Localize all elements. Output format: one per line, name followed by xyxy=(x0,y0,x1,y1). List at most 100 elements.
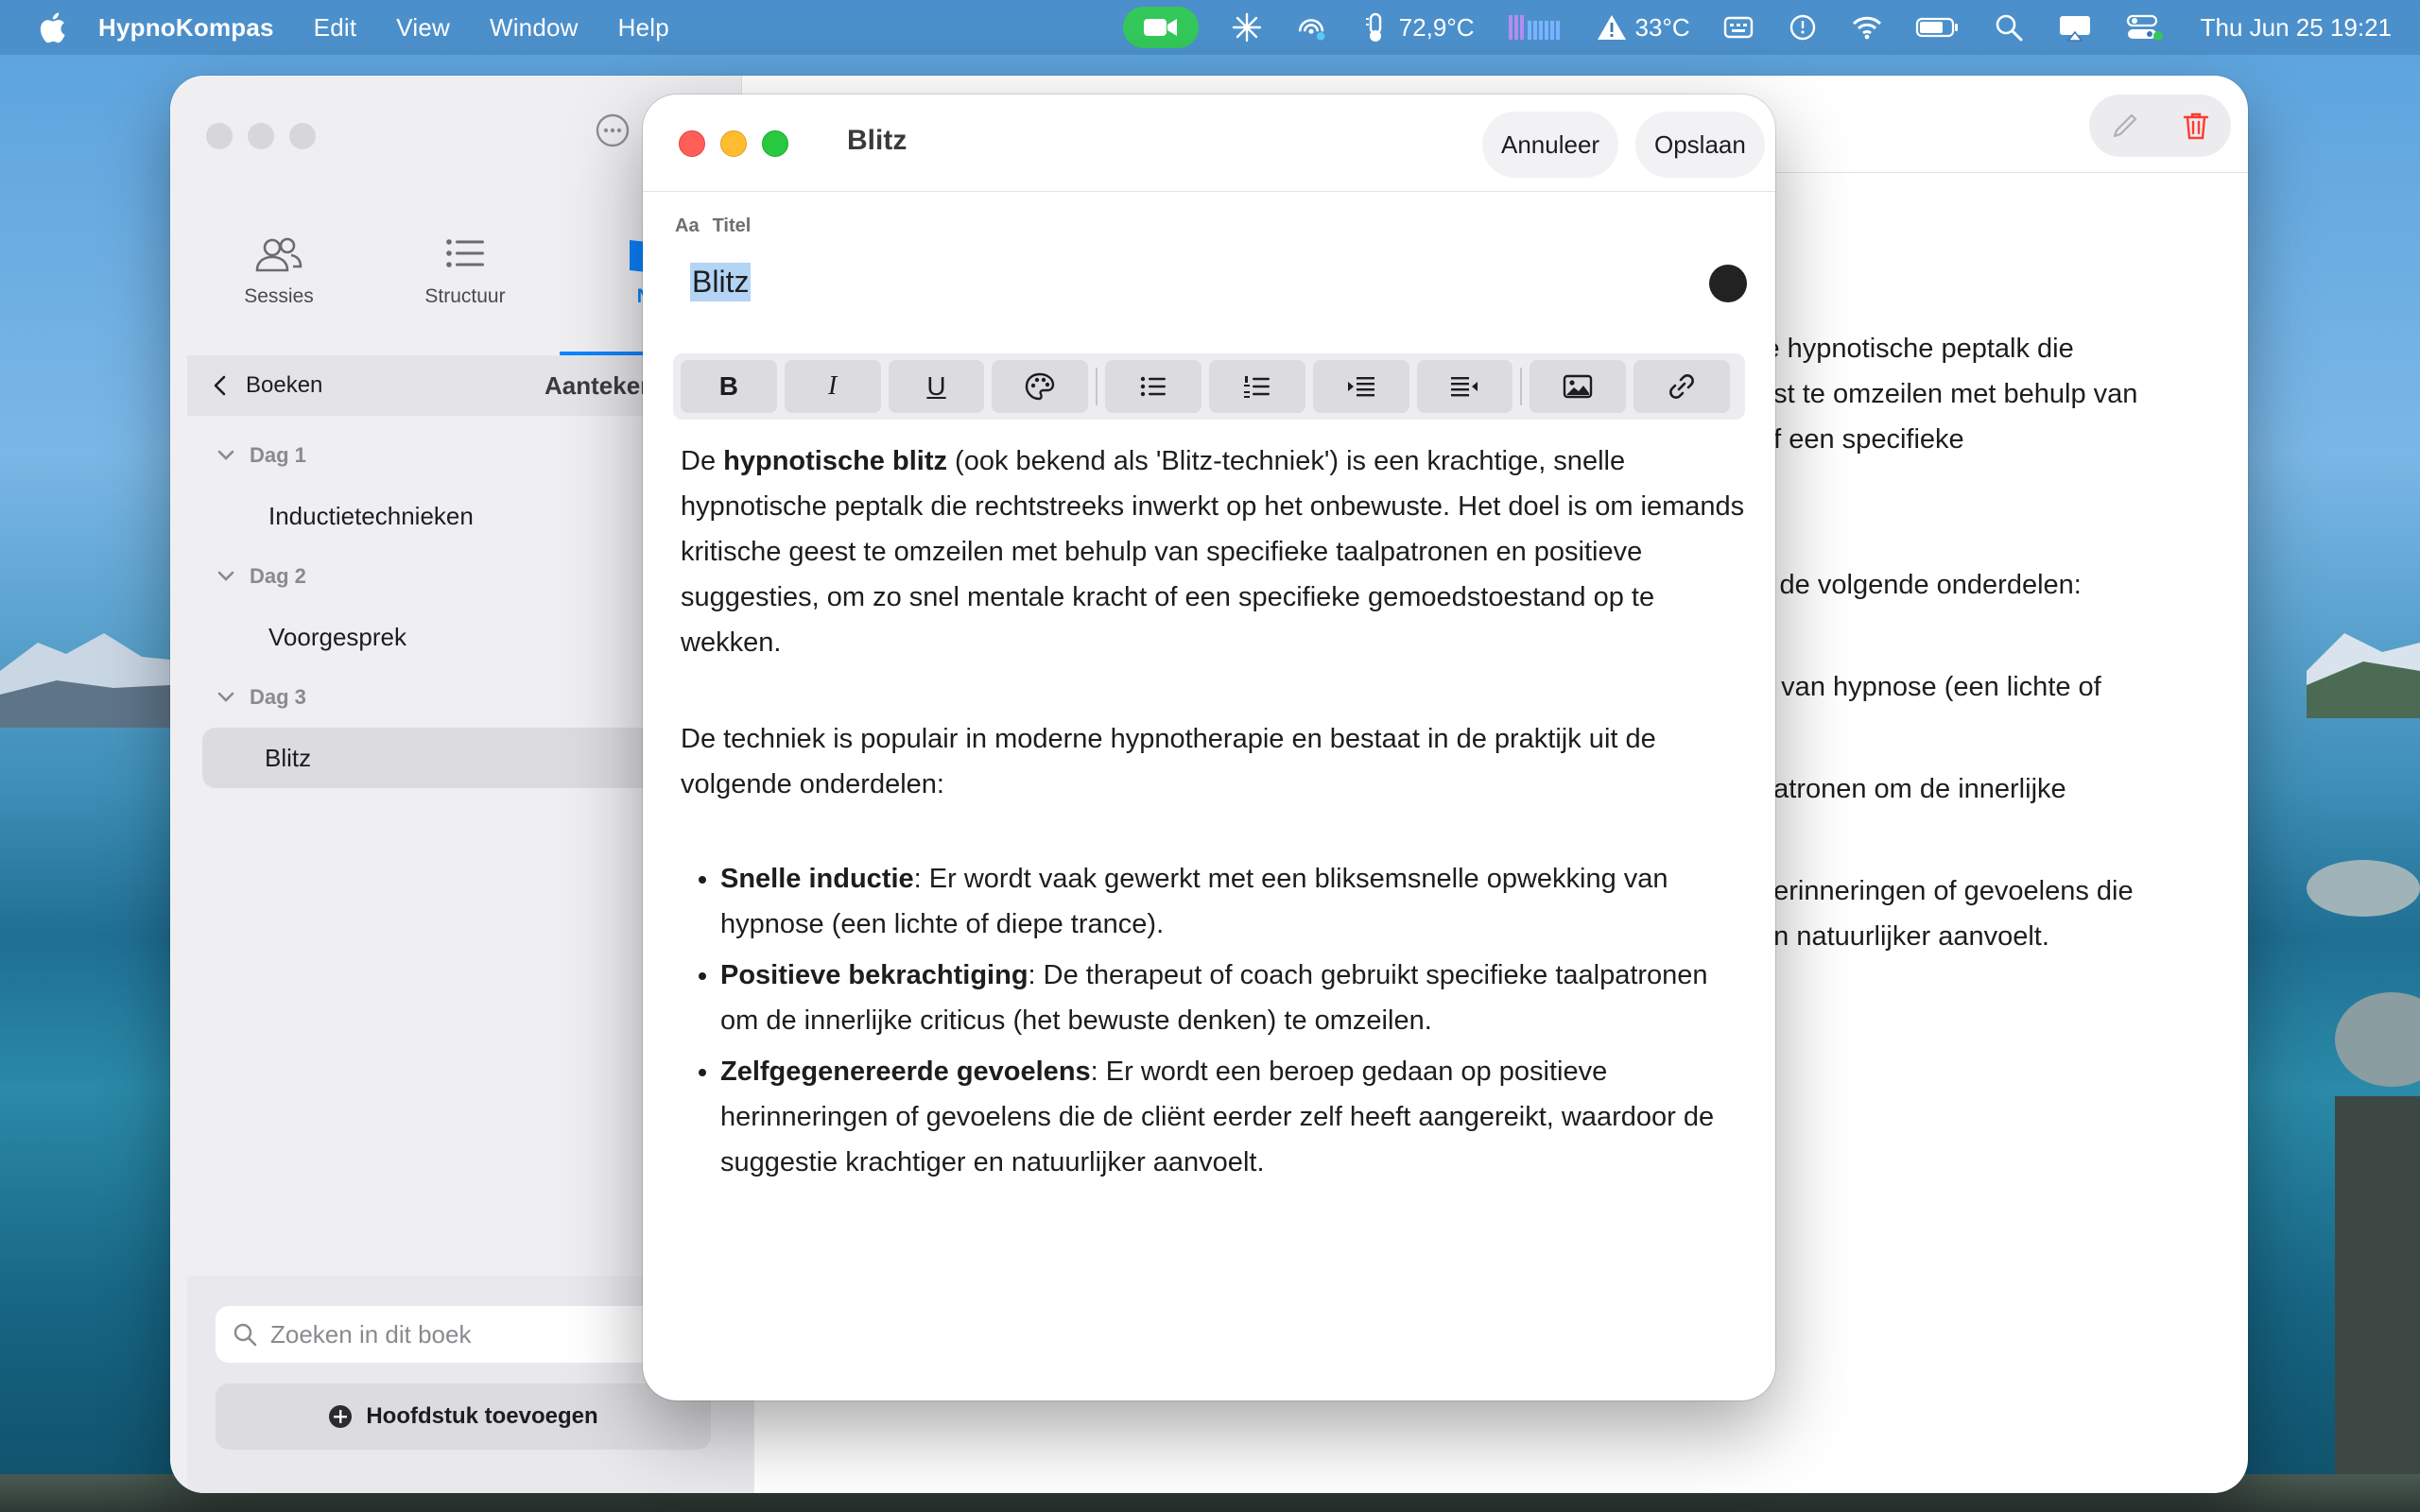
back-to-books-button[interactable]: Boeken xyxy=(210,372,322,399)
text-color-button[interactable] xyxy=(992,360,1089,413)
insert-link-button[interactable] xyxy=(1634,360,1730,413)
italic-button[interactable]: I xyxy=(784,360,881,413)
menu-clock[interactable]: Thu Jun 25 19:21 xyxy=(2201,13,2392,43)
trash-icon[interactable] xyxy=(2180,110,2212,142)
close-button[interactable] xyxy=(679,130,705,157)
battery-icon[interactable] xyxy=(1915,11,1961,43)
pencil-icon[interactable] xyxy=(2109,110,2141,142)
add-chapter-label: Hoofdstuk toevoegen xyxy=(366,1403,598,1429)
menu-window[interactable]: Window xyxy=(490,13,579,43)
preview-blank xyxy=(1758,608,2248,664)
people-icon xyxy=(255,237,302,272)
preview-line: le hypnotische peptalk die xyxy=(1758,334,2074,364)
paragraph-technique: De techniek is populair in moderne hypno… xyxy=(681,724,1656,799)
formatting-toolbar: B I U xyxy=(673,353,1745,420)
note-editor-window: Blitz Annuleer Opslaan Aa Titel Blitz B … xyxy=(643,94,1775,1400)
text-run: (ook bekend als 'Blitz-techniek') is een… xyxy=(681,446,1745,658)
zoom-button[interactable] xyxy=(762,130,788,157)
menu-view[interactable]: View xyxy=(396,13,450,43)
cpu-usage-graph-icon[interactable] xyxy=(1507,11,1564,43)
tab-structuur-label: Structuur xyxy=(424,285,506,307)
preview-line: en natuurlijker aanvoelt. xyxy=(1758,921,2049,952)
cancel-button[interactable]: Annuleer xyxy=(1482,112,1619,178)
minimize-button[interactable] xyxy=(248,123,274,149)
thermometer-icon[interactable]: 72,9°C xyxy=(1359,11,1475,43)
wallpaper-mountains-left xyxy=(0,633,189,728)
chevron-left-icon xyxy=(214,375,226,396)
search-placeholder: Zoeken in dit boek xyxy=(270,1319,472,1349)
tab-structuur[interactable]: Structuur xyxy=(375,187,555,355)
note-body-editor[interactable]: De hypnotische blitz (ook bekend als 'Bl… xyxy=(681,438,1749,1191)
list-item: Snelle inductie: Er wordt vaak gewerkt m… xyxy=(720,856,1749,947)
preview-blank xyxy=(1758,517,2248,562)
chevron-down-icon xyxy=(217,692,234,702)
plus-circle-icon xyxy=(329,1405,353,1428)
preview-line: herinneringen of gevoelens die xyxy=(1758,876,2134,906)
menu-bar: HypnoKompas Edit View Window Help 72,9°C… xyxy=(0,0,2420,55)
preview-blank xyxy=(1758,710,2248,766)
control-center-icon[interactable] xyxy=(2125,11,2163,43)
day-label: Dag 2 xyxy=(250,564,306,588)
paragraph-intro: De hypnotische blitz (ook bekend als 'Bl… xyxy=(681,438,1749,665)
network-activity-icon[interactable] xyxy=(1295,11,1327,43)
more-options-icon[interactable] xyxy=(594,112,631,149)
list-item-term: Snelle inductie xyxy=(720,864,914,894)
list-icon xyxy=(446,239,484,267)
close-button[interactable] xyxy=(206,123,233,149)
numbered-list-icon xyxy=(1243,376,1270,398)
wifi-icon[interactable] xyxy=(1851,11,1883,43)
minimize-button[interactable] xyxy=(720,130,747,157)
time-machine-icon[interactable] xyxy=(1787,11,1819,43)
preview-line: g van hypnose (een lichte of xyxy=(1758,672,2101,702)
outdent-icon xyxy=(1451,377,1478,397)
color-picker-button[interactable] xyxy=(1709,265,1747,302)
preview-line: it de volgende onderdelen: xyxy=(1758,570,2082,600)
keyboard-input-icon[interactable] xyxy=(1722,11,1754,43)
note-content-preview: le hypnotische peptalk die est te omzeil… xyxy=(1758,326,2248,959)
component-list: Snelle inductie: Er wordt vaak gewerkt m… xyxy=(681,856,1749,1185)
warning-icon[interactable]: 33°C xyxy=(1596,11,1690,43)
toolbar-separator xyxy=(1520,368,1523,405)
wallpaper-mountains-right xyxy=(2307,633,2420,718)
indent-icon xyxy=(1347,377,1374,397)
add-chapter-button[interactable]: Hoofdstuk toevoegen xyxy=(216,1383,711,1450)
menu-app-name[interactable]: HypnoKompas xyxy=(98,13,274,43)
insert-image-button[interactable] xyxy=(1530,360,1627,413)
bold-button[interactable]: B xyxy=(681,360,777,413)
link-icon xyxy=(1669,374,1694,399)
temperature-alert: 33°C xyxy=(1634,12,1690,42)
video-camera-icon[interactable] xyxy=(1122,7,1199,48)
bullet-list-button[interactable] xyxy=(1105,360,1201,413)
spotlight-search-icon[interactable] xyxy=(1993,11,2025,43)
outdent-button[interactable] xyxy=(1416,360,1513,413)
preview-line: of een specifieke xyxy=(1758,424,1964,455)
menu-edit[interactable]: Edit xyxy=(314,13,357,43)
note-title-field[interactable]: Blitz xyxy=(690,263,752,301)
list-item-term: Zelfgegenereerde gevoelens xyxy=(720,1057,1091,1087)
toolbar-separator xyxy=(1096,368,1098,405)
indent-button[interactable] xyxy=(1312,360,1409,413)
save-button[interactable]: Opslaan xyxy=(1635,112,1765,178)
apple-icon[interactable] xyxy=(38,11,66,43)
day-label: Dag 1 xyxy=(250,443,306,467)
bullet-list-icon xyxy=(1140,376,1167,397)
menu-help[interactable]: Help xyxy=(618,13,669,43)
palette-icon xyxy=(1026,372,1055,401)
editor-titlebar: Blitz Annuleer Opslaan xyxy=(643,94,1775,192)
underline-button[interactable]: U xyxy=(888,360,985,413)
book-title: Aanteken xyxy=(544,370,656,400)
text-style-aa: Aa xyxy=(675,215,700,236)
text-run: De xyxy=(681,446,724,476)
content-toolbar xyxy=(2089,94,2231,157)
back-label: Boeken xyxy=(246,372,323,398)
screen-mirroring-icon[interactable] xyxy=(2057,11,2093,43)
window-controls-inactive[interactable] xyxy=(206,123,316,149)
zoom-button[interactable] xyxy=(289,123,316,149)
chevron-down-icon xyxy=(217,450,234,460)
sparkle-icon[interactable] xyxy=(1231,11,1263,43)
text-style-selector[interactable]: Aa Titel xyxy=(675,215,751,237)
search-icon xyxy=(233,1323,257,1347)
numbered-list-button[interactable] xyxy=(1208,360,1305,413)
tab-sessies[interactable]: Sessies xyxy=(189,187,369,355)
preview-line: patronen om de innerlijke xyxy=(1758,774,2066,804)
